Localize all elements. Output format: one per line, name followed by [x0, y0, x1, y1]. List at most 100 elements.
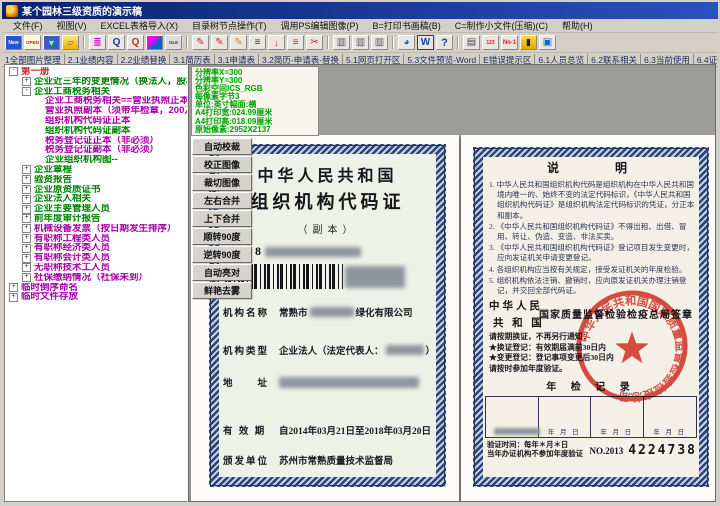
- printer-icon[interactable]: ▤: [463, 35, 480, 50]
- tree-item-org-code-copy-selected[interactable]: 组织机构代码证副本: [8, 126, 187, 136]
- tree-item-equipment-invoices[interactable]: + 机械设备发票（按日期发生排序）: [8, 224, 187, 234]
- pen-mark-icon[interactable]: ✎: [230, 35, 247, 50]
- trash-icon[interactable]: ▥: [371, 35, 388, 50]
- expand-icon[interactable]: +: [22, 273, 31, 283]
- tree-item-changes-3years[interactable]: +企业近三年的变更情况（换法人，股权变更等）: [8, 77, 187, 87]
- tree-item-capital-report[interactable]: + 验资报告: [8, 175, 187, 185]
- new-icon[interactable]: New: [5, 35, 22, 50]
- expand-icon[interactable]: +: [22, 77, 31, 87]
- tree-item-business-license-original[interactable]: 企业工商税务相关==营业执照正本++: [8, 96, 187, 106]
- tree-item-business-tax[interactable]: - 企业工商税务相关: [8, 87, 187, 97]
- menu-file[interactable]: 文件(F): [6, 19, 50, 32]
- merge-left-right-button[interactable]: 左右合并: [192, 192, 252, 209]
- instructions-content: 说 明 1. 中华人民共和国组织机构代码是组织机构在中华人民共和国境内唯一的、始…: [483, 157, 699, 477]
- address-field: 地 址: [223, 375, 432, 389]
- org-code-line: 码 5 3 8: [225, 244, 436, 259]
- expand-icon[interactable]: +: [22, 233, 31, 243]
- folder-icon[interactable]: ▱: [62, 35, 79, 50]
- tree-item-company-charter[interactable]: + 企业章程: [8, 165, 187, 175]
- tree-item-untitled-workers[interactable]: + 无职称技术工人员: [8, 263, 187, 273]
- expand-icon[interactable]: +: [22, 243, 31, 253]
- scissors-icon[interactable]: ✂: [306, 35, 323, 50]
- tree-item-accounting-staff[interactable]: + 有职称会计类人员: [8, 253, 187, 263]
- zoom-out-icon[interactable]: Q: [127, 35, 144, 50]
- tree-item-social-insurance[interactable]: + 社保缴纳情况（社保未到）: [8, 273, 187, 283]
- expand-icon[interactable]: +: [9, 292, 18, 302]
- tree-item-economics-staff[interactable]: + 有职称经济类人员: [8, 243, 187, 253]
- correct-image-button[interactable]: 校正图像: [192, 156, 252, 173]
- expand-icon[interactable]: +: [22, 253, 31, 263]
- tree-item-original-qualification[interactable]: + 企业原资质证书: [8, 185, 187, 195]
- tree-item-key-managers[interactable]: + 企业主要管理人员: [8, 204, 187, 214]
- ruler-icon[interactable]: ≣: [89, 35, 106, 50]
- expand-icon[interactable]: +: [22, 204, 31, 214]
- info-original-pixels: 原始像素:2952X2137: [195, 124, 271, 134]
- vivid-dehaze-button[interactable]: 鲜艳去雾: [192, 282, 252, 299]
- tree-item-business-license-copy[interactable]: 营业执照副本（须带年检章，200万以上）: [8, 106, 187, 116]
- redacted-legal-person: [385, 345, 424, 355]
- auto-correct-crop-button[interactable]: 自动校裁: [192, 138, 252, 155]
- star-icon: [615, 331, 649, 364]
- validity-field: 有 效 期 自2014年03月21日至2018年03月20日: [223, 427, 432, 437]
- ole-icon[interactable]: OLE: [165, 35, 182, 50]
- menu-tree-node-ops[interactable]: 目录树节点操作(T): [185, 19, 274, 32]
- expand-icon[interactable]: +: [22, 263, 31, 273]
- expand-icon[interactable]: +: [22, 184, 31, 194]
- merge-top-bottom-button[interactable]: 上下合并: [192, 210, 252, 227]
- tree-item-volume1[interactable]: - 第一册: [8, 67, 187, 77]
- image-icon[interactable]: ▣: [539, 35, 556, 50]
- tree-item-temp-file-storage[interactable]: + 临时文件存放: [8, 292, 187, 302]
- tree-item-audit-report[interactable]: + 前年度审计报告: [8, 214, 187, 224]
- toolbar-separator: [327, 36, 329, 49]
- pen-edit-icon[interactable]: ✎: [192, 35, 209, 50]
- rotate-ccw-90-button[interactable]: 逆转90度: [192, 246, 252, 263]
- app-window: 某个园林三级资质的演示稿 文件(F) 视图(V) EXCEL表格导入(X) 目录…: [0, 0, 720, 506]
- list-new-icon[interactable]: ≡: [249, 35, 266, 50]
- trash-icon[interactable]: ▥: [352, 35, 369, 50]
- collapse-icon[interactable]: -: [22, 86, 31, 96]
- pen-add-icon[interactable]: ✎: [211, 35, 228, 50]
- tree-item-temp-reverse-naming[interactable]: + 临时倒序命名: [8, 283, 187, 293]
- gradient-icon[interactable]: [146, 35, 163, 50]
- printer-number-icon[interactable]: No-1: [501, 35, 518, 50]
- menu-print-draft[interactable]: B=打印书画稿(B): [366, 19, 448, 32]
- auto-brightness-contrast-button[interactable]: 自动亮对: [192, 264, 252, 281]
- browser-icon[interactable]: ◕: [398, 35, 415, 50]
- rotate-cw-90-button[interactable]: 顺转90度: [192, 228, 252, 245]
- help-icon[interactable]: ?: [436, 35, 453, 50]
- printer-123-icon[interactable]: 123: [482, 35, 499, 50]
- arrow-down-icon[interactable]: ↓: [268, 35, 285, 50]
- tree-item-engineering-staff[interactable]: + 有职称工程类人员: [8, 234, 187, 244]
- expand-icon[interactable]: +: [22, 175, 31, 185]
- expand-icon[interactable]: +: [22, 165, 31, 175]
- tree-item-org-code-original[interactable]: 组织机构代码证正本: [8, 116, 187, 126]
- menu-view[interactable]: 视图(V): [50, 19, 94, 32]
- list-remove-icon[interactable]: ≡: [287, 35, 304, 50]
- crop-image-button[interactable]: 裁切图像: [192, 174, 252, 191]
- redacted-code: [265, 246, 361, 257]
- title-bar: 某个园林三级资质的演示稿: [2, 2, 718, 19]
- menu-help[interactable]: 帮助(H): [555, 19, 600, 32]
- expand-icon[interactable]: +: [22, 224, 31, 234]
- menu-excel-import[interactable]: EXCEL表格导入(X): [94, 19, 186, 32]
- expand-icon[interactable]: +: [9, 282, 18, 292]
- tree-item-tax-cert-original[interactable]: 税务登记证正本（非必须）: [8, 136, 187, 146]
- collapse-icon[interactable]: -: [9, 67, 18, 77]
- tree-item-legal-person[interactable]: + 企业法人相关: [8, 194, 187, 204]
- expand-icon[interactable]: +: [22, 194, 31, 204]
- main-area: -第一册 +企业近三年的变更情况（换法人，股权变更等） -企业工商税务相关 企业…: [4, 64, 716, 502]
- instruction-item: 3. 《中华人民共和国组织机构代码证》登记项目发生变更时，应向发证机关申请变更登…: [489, 243, 695, 263]
- menu-make-small-file[interactable]: C=制作小文件(压缩)(C): [448, 19, 555, 32]
- machine-icon[interactable]: ▮: [520, 35, 537, 50]
- tree-item-tax-cert-copy[interactable]: 税务登记证副本（非必须）: [8, 145, 187, 155]
- trash-icon[interactable]: ▥: [333, 35, 350, 50]
- table-cell: [486, 397, 540, 438]
- tree-item-org-chart[interactable]: 企业组织机构图--: [8, 155, 187, 165]
- save-icon[interactable]: ▼: [43, 35, 60, 50]
- word-icon[interactable]: W: [417, 35, 434, 50]
- menu-ps-edit[interactable]: 调用PS编辑图像(P): [274, 19, 366, 32]
- open-icon[interactable]: OPEN: [24, 35, 41, 50]
- zoom-in-icon[interactable]: Q: [108, 35, 125, 50]
- expand-icon[interactable]: +: [22, 214, 31, 224]
- official-seal-stamp: 中华人民共和国国家质量监督检验检疫总局: [576, 290, 688, 405]
